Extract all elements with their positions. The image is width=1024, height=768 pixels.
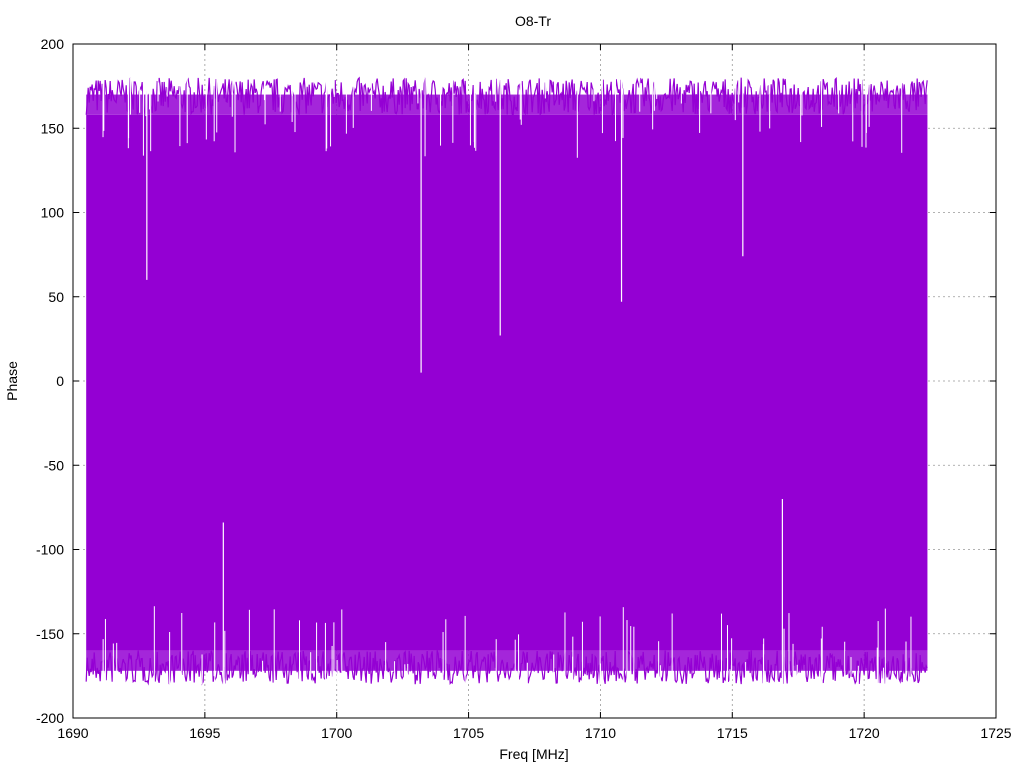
x-tick-label: 1695 xyxy=(189,725,220,741)
y-tick-label: 100 xyxy=(41,205,65,221)
x-tick-label: 1700 xyxy=(321,725,352,741)
y-tick-label: 0 xyxy=(56,373,64,389)
y-tick-label: -150 xyxy=(36,626,64,642)
phase-bottom-fill xyxy=(86,650,928,671)
x-tick-label: 1720 xyxy=(849,725,880,741)
chart-title: O8-Tr xyxy=(515,13,551,29)
y-tick-label: -100 xyxy=(36,542,64,558)
phase-top-fill xyxy=(86,94,928,115)
phase-chart: O8-Tr 1690 1695 1700 1705 1710 1715 1720 1725 -2… xyxy=(4,13,1012,762)
y-axis-title: Phase xyxy=(4,361,20,401)
y-tick-label: 200 xyxy=(41,36,65,52)
x-axis-title: Freq [MHz] xyxy=(499,746,568,762)
x-tick-label: 1710 xyxy=(585,725,616,741)
x-tick-label: 1690 xyxy=(57,725,88,741)
x-tick-label: 1715 xyxy=(717,725,748,741)
y-tick-label: -50 xyxy=(44,457,64,473)
y-tick-label: 50 xyxy=(48,289,64,305)
x-tick-label: 1705 xyxy=(453,725,484,741)
phase-band xyxy=(86,114,928,651)
y-tick-label: -200 xyxy=(36,710,64,726)
y-tick-label: 150 xyxy=(41,120,65,136)
x-tick-label: 1725 xyxy=(980,725,1011,741)
data-series xyxy=(85,76,928,686)
